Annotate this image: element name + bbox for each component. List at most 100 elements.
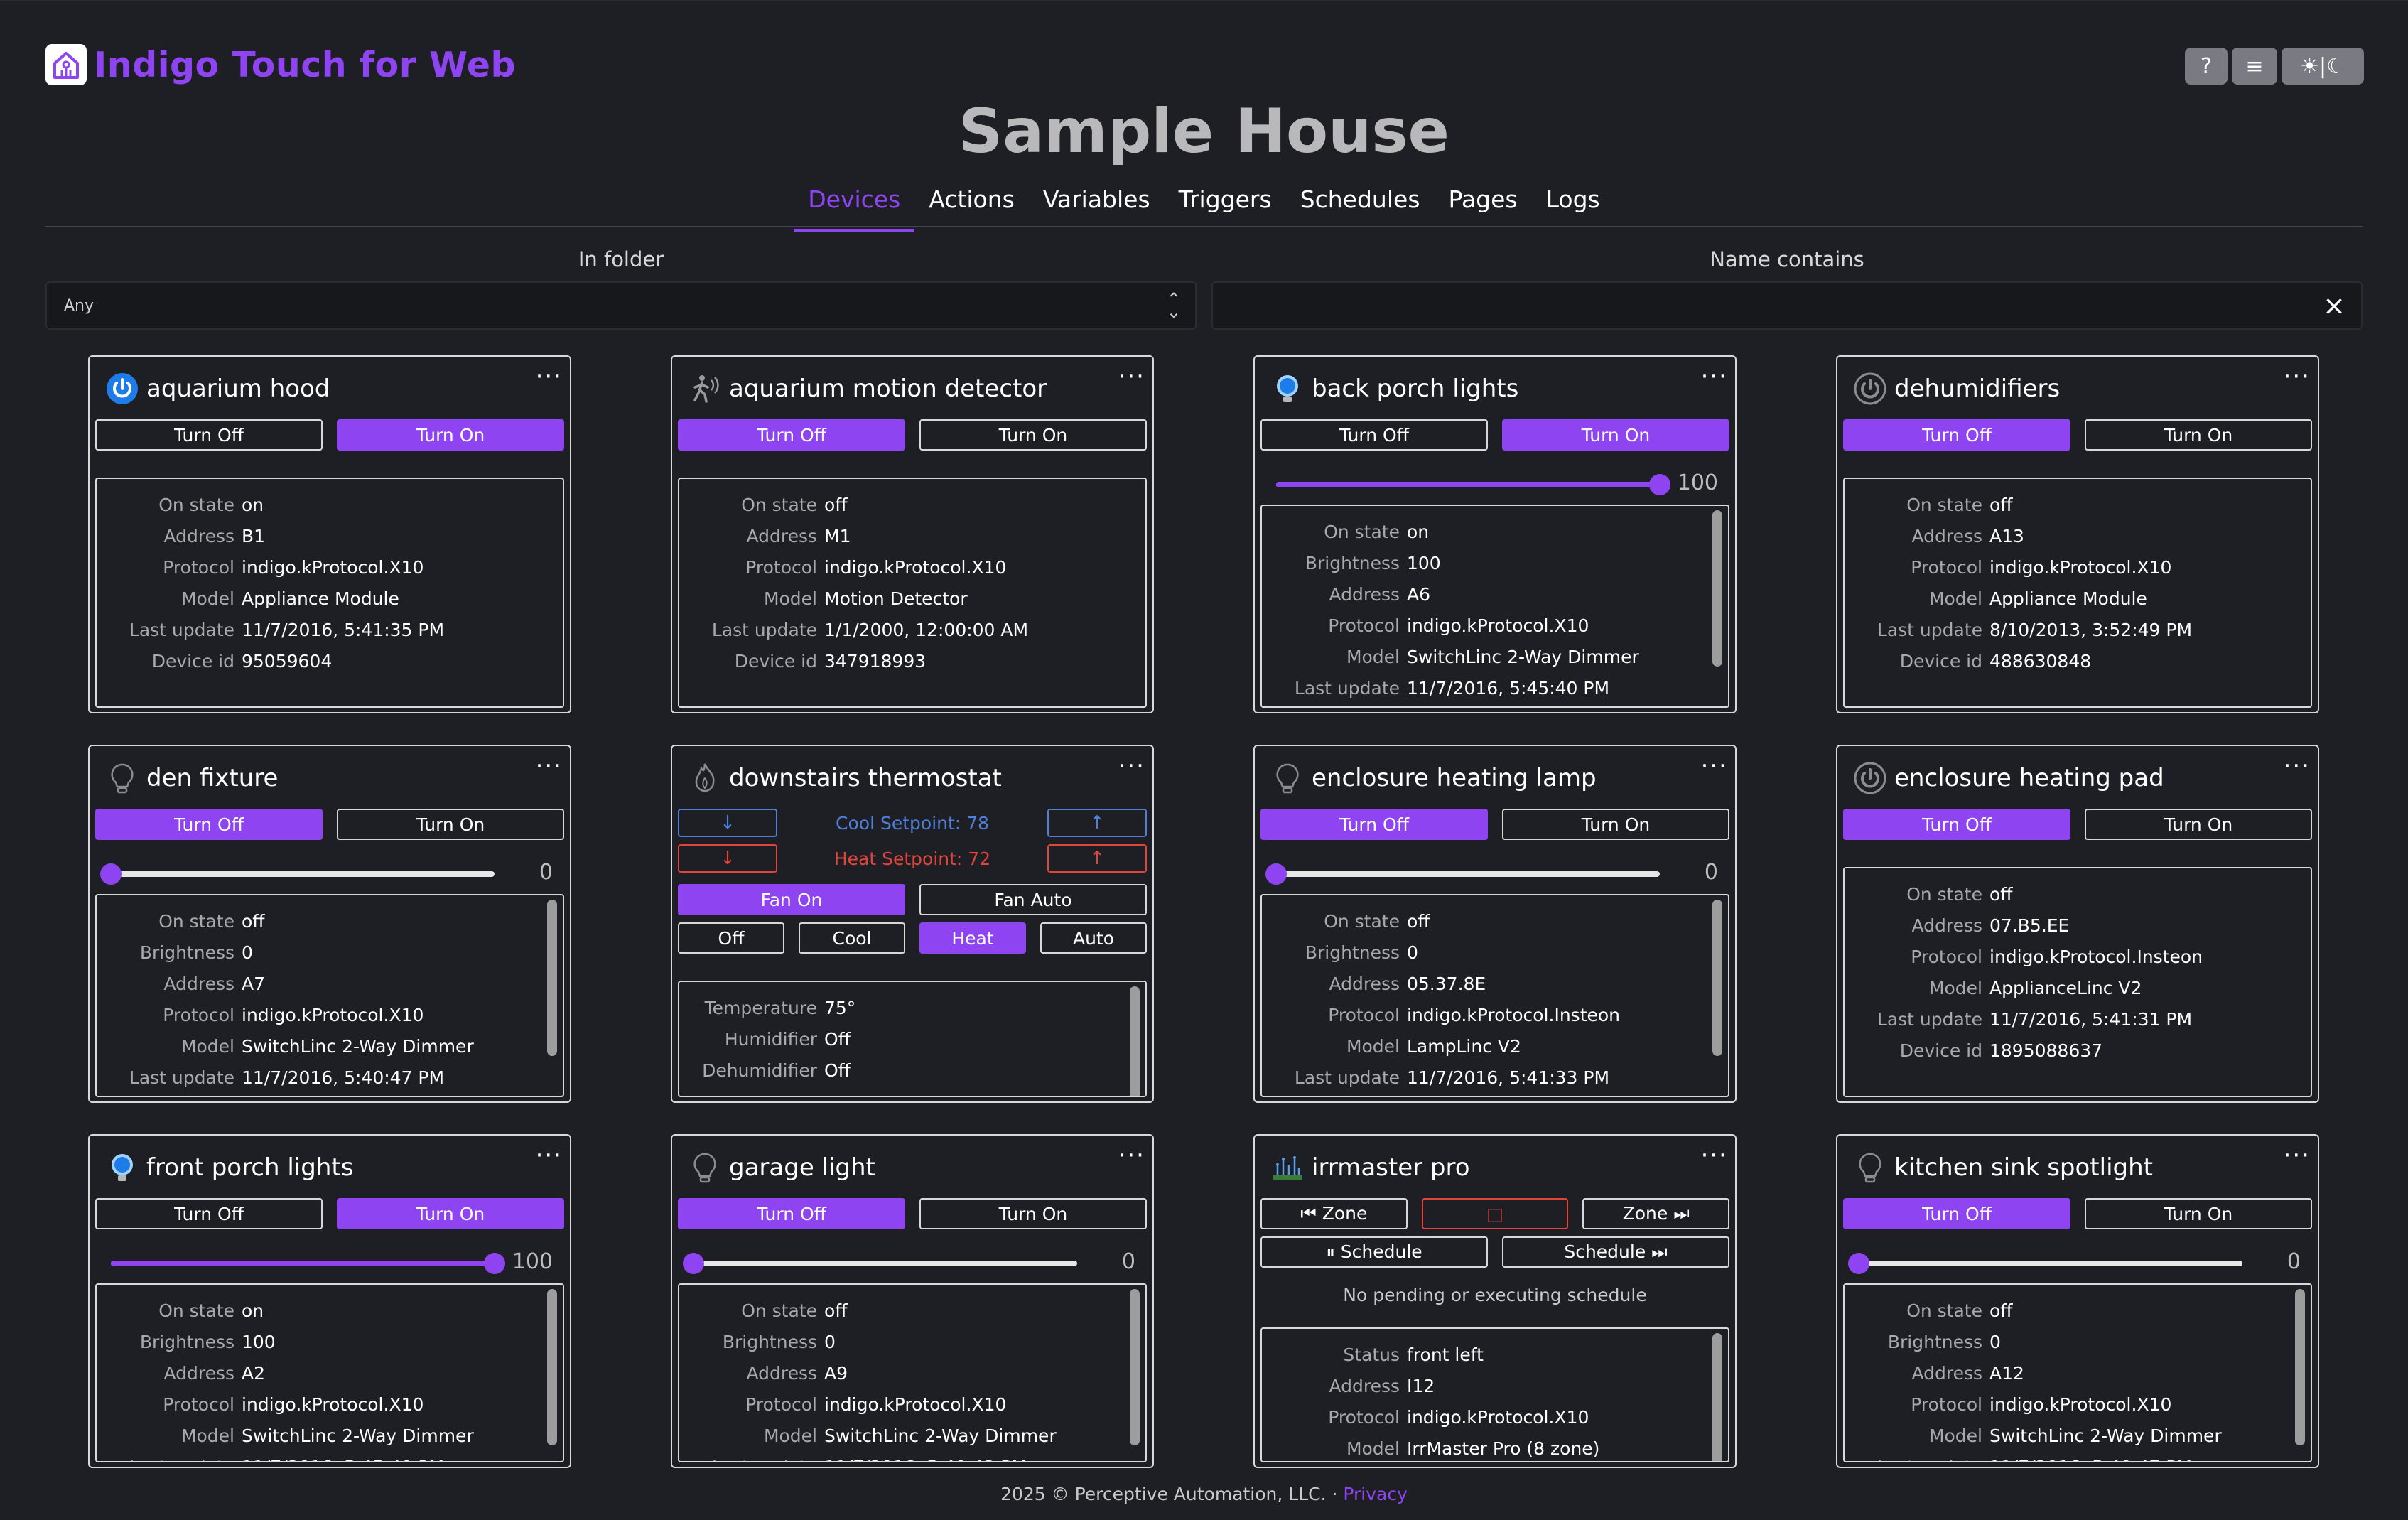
more-options-icon[interactable]: ··· — [536, 1141, 563, 1170]
more-options-icon[interactable]: ··· — [2284, 362, 2311, 391]
scrollbar[interactable] — [1712, 510, 1722, 667]
tab-actions[interactable]: Actions — [914, 181, 1029, 232]
privacy-link[interactable]: Privacy — [1343, 1484, 1408, 1504]
more-options-icon[interactable]: ··· — [536, 362, 563, 391]
theme-toggle-button[interactable]: ☀|☾ — [2282, 48, 2364, 85]
scrollbar[interactable] — [1712, 900, 1722, 1056]
tab-schedules[interactable]: Schedules — [1286, 181, 1435, 232]
slider-handle[interactable] — [1649, 474, 1670, 495]
device-name[interactable]: downstairs thermostat — [729, 764, 1002, 792]
device-name[interactable]: enclosure heating lamp — [1312, 764, 1597, 792]
brightness-value: 0 — [1704, 860, 1718, 885]
turn-off-button[interactable]: Turn Off — [678, 419, 905, 451]
turn-on-button[interactable]: Turn On — [2085, 809, 2312, 840]
scrollbar[interactable] — [2295, 1289, 2305, 1445]
brightness-slider[interactable] — [100, 863, 495, 885]
device-name[interactable]: dehumidifiers — [1894, 374, 2060, 403]
device-name[interactable]: kitchen sink spotlight — [1894, 1153, 2153, 1182]
more-options-icon[interactable]: ··· — [1118, 362, 1145, 391]
slider-handle[interactable] — [1848, 1253, 1869, 1274]
device-name[interactable]: garage light — [729, 1153, 875, 1182]
brightness-slider[interactable] — [1848, 1253, 2242, 1274]
more-options-icon[interactable]: ··· — [1701, 362, 1728, 391]
tab-logs[interactable]: Logs — [1532, 181, 1614, 232]
turn-on-button[interactable]: Turn On — [337, 809, 564, 840]
turn-on-button[interactable]: Turn On — [919, 1198, 1147, 1229]
device-name[interactable]: back porch lights — [1312, 374, 1518, 403]
tab-variables[interactable]: Variables — [1029, 181, 1165, 232]
clear-search-icon[interactable]: × — [2323, 290, 2345, 321]
cool-up-button[interactable]: ↑ — [1047, 809, 1147, 837]
scrollbar[interactable] — [1130, 986, 1140, 1096]
heat-up-button[interactable]: ↑ — [1047, 844, 1147, 873]
scrollbar[interactable] — [547, 900, 557, 1056]
turn-off-button[interactable]: Turn Off — [1260, 809, 1488, 840]
more-options-icon[interactable]: ··· — [2284, 1141, 2311, 1170]
tab-triggers[interactable]: Triggers — [1165, 181, 1286, 232]
turn-on-button[interactable]: Turn On — [337, 1198, 564, 1229]
slider-handle[interactable] — [683, 1253, 704, 1274]
turn-off-button[interactable]: Turn Off — [678, 1198, 905, 1229]
nav-tabs: Devices Actions Variables Triggers Schedules… — [0, 181, 2408, 232]
fan-auto-button[interactable]: Fan Auto — [919, 884, 1147, 915]
turn-off-button[interactable]: Turn Off — [1260, 419, 1488, 451]
state-key: Temperature — [704, 997, 817, 1018]
tab-devices[interactable]: Devices — [794, 181, 915, 232]
turn-on-button[interactable]: Turn On — [2085, 1198, 2312, 1229]
previous-zone-button[interactable]: ⏮ Zone — [1260, 1198, 1408, 1229]
state-key: On state — [1906, 494, 1982, 515]
turn-on-button[interactable]: Turn On — [337, 419, 564, 451]
device-name[interactable]: aquarium motion detector — [729, 374, 1047, 403]
brand[interactable]: Indigo Touch for Web — [45, 44, 516, 85]
stop-button[interactable]: □ — [1421, 1198, 1569, 1229]
next-zone-button[interactable]: Zone ⏭ — [1582, 1198, 1730, 1229]
mode-cool-button[interactable]: Cool — [799, 922, 905, 954]
mode-off-button[interactable]: Off — [678, 922, 784, 954]
scrollbar[interactable] — [1130, 1289, 1140, 1445]
turn-on-button[interactable]: Turn On — [1502, 809, 1729, 840]
device-name[interactable]: front porch lights — [146, 1153, 353, 1182]
menu-button[interactable]: ≡ — [2232, 48, 2277, 85]
tab-pages[interactable]: Pages — [1435, 181, 1532, 232]
more-options-icon[interactable]: ··· — [1118, 1141, 1145, 1170]
state-row: Last update 11/7/2016, 5:41:35 PM — [97, 614, 563, 645]
turn-on-button[interactable]: Turn On — [2085, 419, 2312, 451]
slider-handle[interactable] — [100, 863, 122, 885]
fan-on-button[interactable]: Fan On — [678, 884, 905, 915]
mode-heat-button[interactable]: Heat — [919, 922, 1026, 954]
slider-handle[interactable] — [1265, 863, 1287, 885]
scrollbar[interactable] — [1712, 1333, 1722, 1461]
turn-off-button[interactable]: Turn Off — [95, 1198, 323, 1229]
device-name[interactable]: irrmaster pro — [1312, 1153, 1470, 1182]
slider-handle[interactable] — [484, 1253, 505, 1274]
more-options-icon[interactable]: ··· — [1118, 752, 1145, 780]
brightness-slider[interactable] — [683, 1253, 1077, 1274]
help-button[interactable]: ? — [2185, 48, 2228, 85]
name-search-input[interactable]: × — [1211, 281, 2363, 330]
turn-off-button[interactable]: Turn Off — [95, 809, 323, 840]
cool-setpoint-row: ↓ Cool Setpoint: 78 ↑ — [678, 809, 1147, 840]
turn-off-button[interactable]: Turn Off — [1843, 419, 2070, 451]
mode-auto-button[interactable]: Auto — [1040, 922, 1147, 954]
folder-select[interactable]: Any ⌃ ⌄ — [45, 281, 1197, 330]
brightness-slider[interactable] — [1265, 863, 1660, 885]
more-options-icon[interactable]: ··· — [536, 752, 563, 780]
state-key: Protocol — [1911, 556, 1982, 578]
turn-on-button[interactable]: Turn On — [919, 419, 1147, 451]
more-options-icon[interactable]: ··· — [1701, 1141, 1728, 1170]
device-name[interactable]: den fixture — [146, 764, 278, 792]
turn-off-button[interactable]: Turn Off — [1843, 809, 2070, 840]
next-schedule-button[interactable]: Schedule ⏭ — [1502, 1236, 1729, 1268]
more-options-icon[interactable]: ··· — [1701, 752, 1728, 780]
turn-off-button[interactable]: Turn Off — [95, 419, 323, 451]
brightness-slider[interactable] — [1276, 474, 1670, 495]
pause-schedule-button[interactable]: ⏸ Schedule — [1260, 1236, 1488, 1268]
turn-off-button[interactable]: Turn Off — [1843, 1198, 2070, 1229]
turn-on-button[interactable]: Turn On — [1502, 419, 1729, 451]
device-state-panel: On state off Address A13 Protocol indigo.kPro… — [1843, 478, 2312, 708]
device-name[interactable]: enclosure heating pad — [1894, 764, 2164, 792]
brightness-slider[interactable] — [111, 1253, 505, 1274]
more-options-icon[interactable]: ··· — [2284, 752, 2311, 780]
device-name[interactable]: aquarium hood — [146, 374, 330, 403]
scrollbar[interactable] — [547, 1289, 557, 1445]
